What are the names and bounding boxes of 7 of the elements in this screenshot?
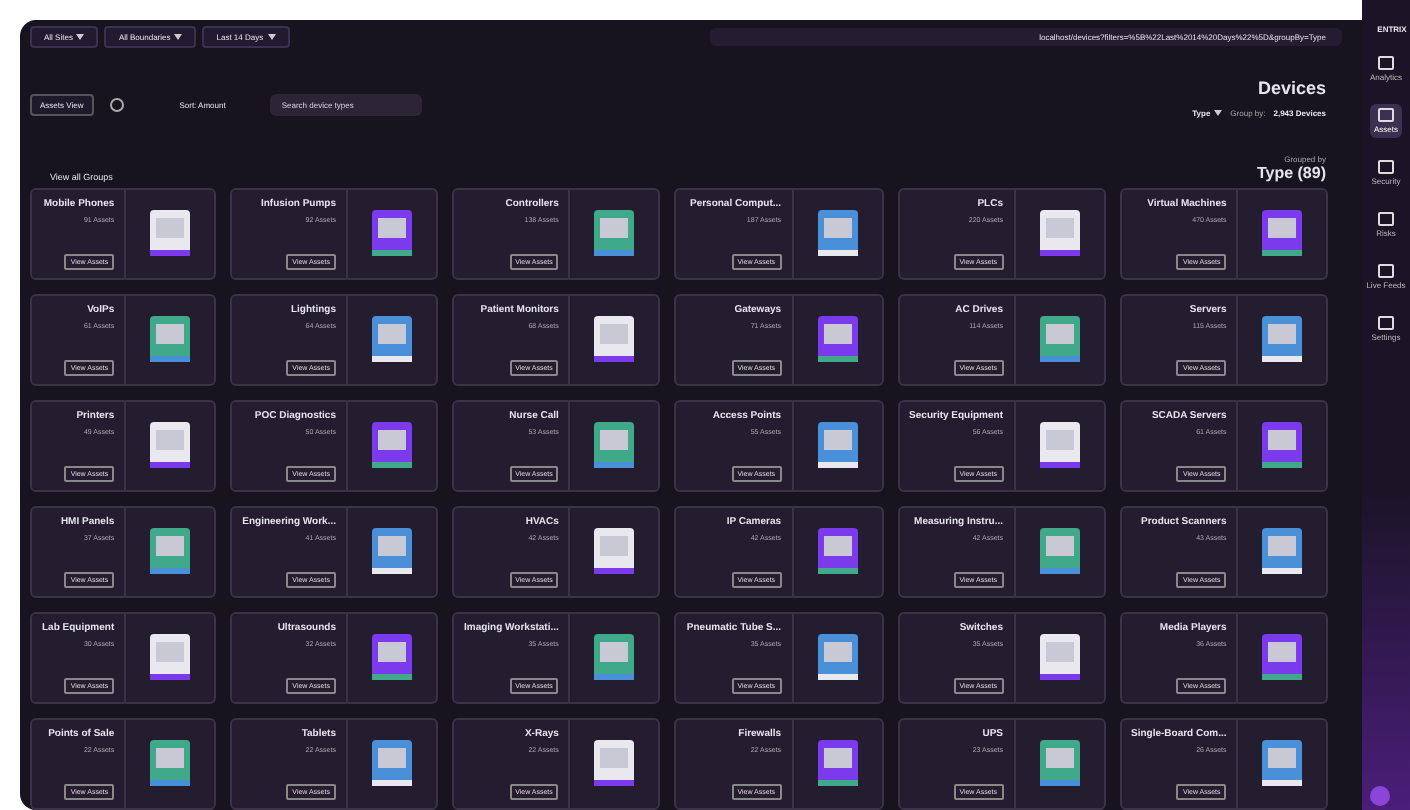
caret-icon <box>1214 110 1223 117</box>
caret-icon <box>267 34 276 41</box>
caret-icon <box>76 34 85 41</box>
group-title: Type (89) <box>1256 164 1326 182</box>
settings-icon[interactable] <box>109 98 124 112</box>
caret-icon <box>174 34 183 41</box>
page-title: Devices <box>1257 78 1326 98</box>
